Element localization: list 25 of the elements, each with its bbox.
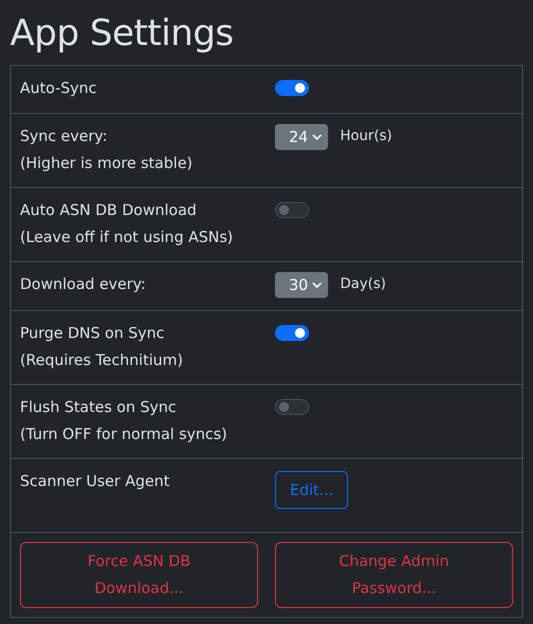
setting-note: (Higher is more stable) — [20, 153, 194, 174]
unit-label: Hour(s) — [340, 127, 392, 146]
page-title: App Settings — [10, 12, 234, 56]
setting-label: Flush States on Sync — [20, 397, 178, 418]
chevron-down-icon — [312, 134, 322, 141]
setting-label: Purge DNS on Sync — [20, 323, 166, 344]
toggle-switch[interactable] — [275, 80, 309, 96]
setting-label: Download every: — [20, 274, 147, 294]
unit-label: Day(s) — [340, 275, 386, 294]
setting-label: Auto ASN DB Download — [20, 200, 198, 220]
setting-note: (Requires Technitium) — [20, 350, 184, 370]
chevron-down-icon — [312, 282, 322, 289]
setting-label: Auto-Sync — [20, 78, 98, 98]
setting-note: (Leave off if not using ASNs) — [20, 227, 234, 248]
number-select[interactable]: 30 — [275, 272, 328, 298]
number-select[interactable]: 24 — [275, 124, 328, 150]
edit-button[interactable]: Edit... — [275, 471, 348, 510]
danger-button[interactable]: Force ASN DB Download... — [20, 542, 258, 608]
danger-button[interactable]: Change Admin Password... — [275, 542, 513, 608]
setting-label: Scanner User Agent — [20, 471, 170, 492]
setting-note: (Turn OFF for normal syncs) — [20, 424, 228, 444]
setting-label: Sync every: — [20, 126, 108, 146]
toggle-switch[interactable] — [275, 202, 309, 218]
toggle-switch[interactable] — [275, 325, 309, 342]
toggle-switch[interactable] — [275, 399, 309, 416]
